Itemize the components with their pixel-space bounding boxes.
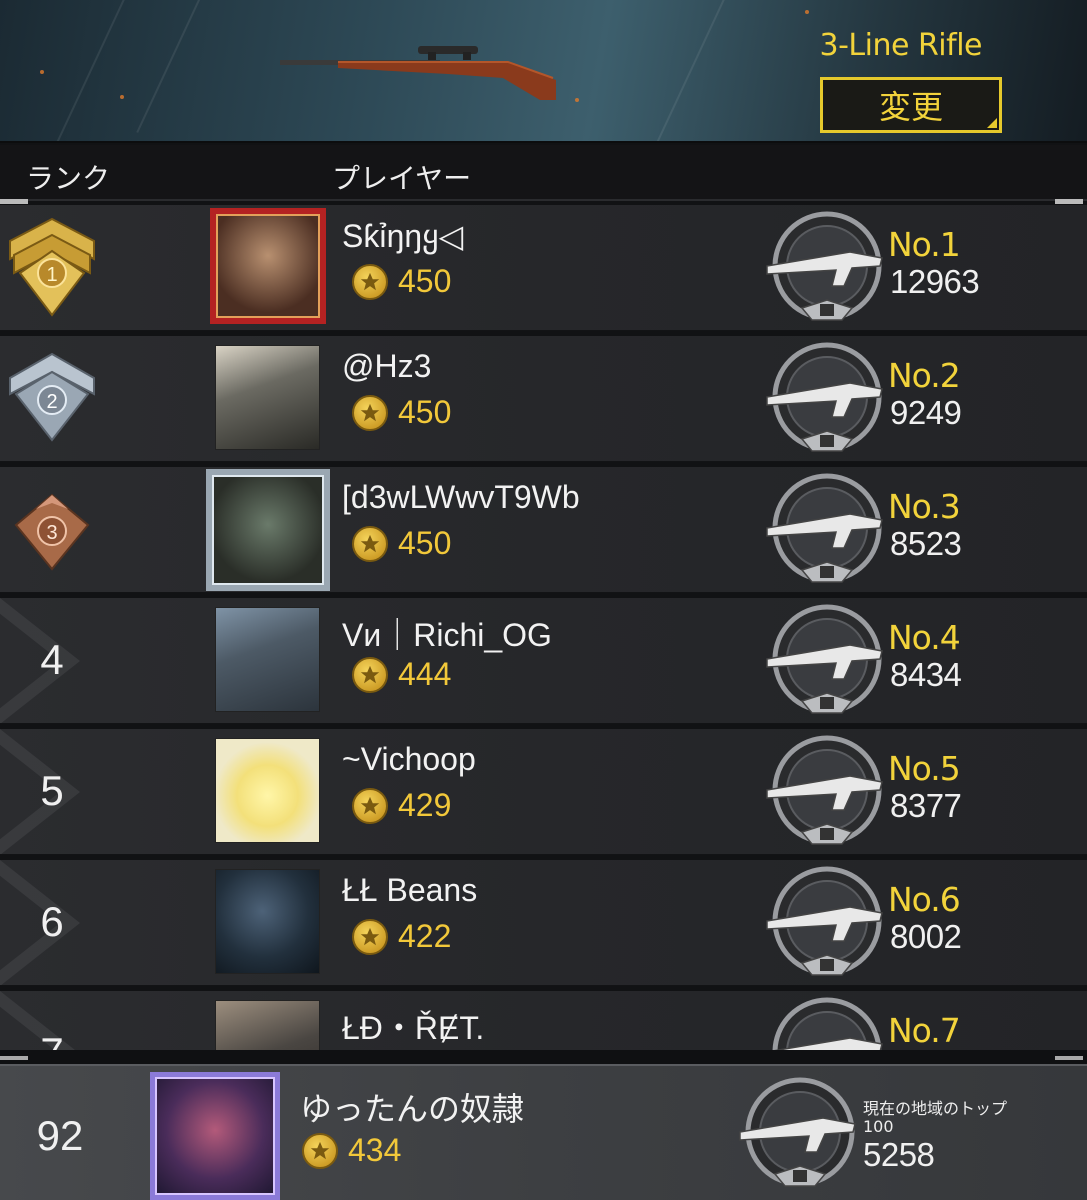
player-name[interactable]: Vи｜Richi_OG (342, 610, 552, 656)
leaderboard-row[interactable]: 2 @Hz3 450 No.2 9249 (0, 336, 1087, 462)
star-coin-icon (352, 656, 388, 693)
ember (40, 70, 44, 74)
star-coin-icon (302, 1132, 338, 1169)
weapon-rank-label: No.5 (888, 749, 961, 788)
score-value: 422 (398, 918, 452, 954)
weapon-mastery-badge-icon (766, 211, 883, 321)
weapon-mastery-badge-icon (766, 604, 883, 714)
leaderboard-row[interactable]: 1 Sƙỉŋŋყ◁ 450 No.1 12963 (0, 205, 1087, 331)
player-score: 450 (352, 525, 451, 562)
player-avatar[interactable] (215, 1000, 320, 1050)
svg-text:2: 2 (46, 391, 57, 413)
rank-column-header: ランク (26, 162, 111, 195)
score-value: 450 (398, 525, 452, 561)
score-value: 444 (398, 656, 452, 692)
divider-tick (0, 1056, 28, 1060)
star-coin-icon (352, 263, 388, 300)
bronze-rank-medal-icon: 3 (14, 493, 90, 571)
player-column-header: プレイヤー (332, 162, 472, 195)
weapon-mastery-badge-icon (766, 342, 883, 452)
score-value: 434 (348, 1132, 402, 1168)
player-avatar[interactable] (215, 738, 320, 843)
my-score: 434 (302, 1132, 401, 1169)
silver-rank-medal-icon: 2 (9, 352, 95, 442)
star-coin-icon (352, 525, 388, 562)
weapon-mastery-badge-icon (739, 1077, 856, 1187)
header-tick (0, 199, 28, 204)
rank-number: 6 (40, 898, 64, 945)
star-coin-icon (352, 394, 388, 431)
leaderboard-row[interactable]: 4 Vи｜Richi_OG 444 No.4 8434 (0, 598, 1087, 724)
leaderboard-header: ランク プレイヤー (0, 145, 1087, 204)
player-name[interactable]: ŁĐ・ŘɆT. (342, 1003, 484, 1049)
region-top-label: 現在の地域のトップ100 (863, 1099, 1008, 1136)
weapon-rank-label: No.3 (888, 487, 961, 526)
divider-tick (1055, 1056, 1083, 1060)
my-avatar[interactable] (150, 1072, 280, 1200)
rank-number: 7 (20, 1029, 84, 1050)
player-avatar[interactable] (210, 208, 326, 324)
weapon-kill-count: 8434 (890, 656, 962, 693)
weapon-rank-label: No.1 (888, 225, 961, 264)
weapon-kill-count: 8523 (890, 525, 962, 562)
weapon-name: 3-Line Rifle (819, 28, 982, 63)
player-name[interactable]: [d3wLWwvT9Wb (342, 479, 580, 516)
weapon-kill-count: 12963 (890, 263, 980, 300)
my-kill-count: 5258 (863, 1136, 935, 1173)
ember (120, 95, 124, 99)
leaderboard-list[interactable]: 1 Sƙỉŋŋყ◁ 450 No.1 12963 2 @Hz3 450 No.2… (0, 205, 1087, 1050)
player-avatar[interactable] (215, 869, 320, 974)
player-name[interactable]: Sƙỉŋŋყ◁ (342, 217, 463, 255)
weapon-mastery-badge-icon (766, 735, 883, 845)
ember (805, 10, 809, 14)
svg-text:3: 3 (46, 522, 57, 544)
rank-number: 5 (40, 767, 64, 814)
weapon-mastery-badge-icon (772, 997, 883, 1050)
score-value: 429 (398, 787, 452, 823)
player-avatar[interactable] (215, 345, 320, 450)
weapon-mastery-badge-icon (766, 473, 883, 583)
leaderboard-row[interactable]: 5 ~Vichoop 429 No.5 8377 (0, 729, 1087, 855)
rank-number: 4 (40, 636, 64, 683)
player-avatar[interactable] (206, 469, 330, 591)
weapon-kill-count: 9249 (890, 394, 962, 431)
weapon-rank-label: No.4 (888, 618, 961, 657)
star-coin-icon (352, 787, 388, 824)
gold-rank-medal-icon: 1 (9, 217, 95, 317)
banner-streak (136, 0, 206, 133)
my-rank-number: 92 (36, 1112, 84, 1159)
score-value: 450 (398, 263, 452, 299)
player-score: 444 (352, 656, 451, 693)
my-rank-row[interactable]: 92 ゆったんの奴隷 434 現在の地域のトップ100 5258 (0, 1064, 1087, 1200)
rifle-icon (280, 46, 556, 100)
ember (575, 98, 579, 102)
player-name[interactable]: @Hz3 (342, 348, 431, 385)
star-coin-icon (352, 918, 388, 955)
player-name[interactable]: ŁŁ Beans (342, 872, 477, 909)
player-score: 450 (352, 394, 451, 431)
player-score: 450 (352, 263, 451, 300)
score-value: 450 (398, 394, 452, 430)
weapon-rank-label: No.2 (888, 356, 961, 395)
player-score: 422 (352, 918, 451, 955)
my-player-name[interactable]: ゆったんの奴隷 (300, 1084, 524, 1130)
player-name[interactable]: ~Vichoop (342, 741, 476, 778)
weapon-kill-count: 8002 (890, 918, 962, 955)
banner-streak (56, 0, 126, 141)
change-weapon-button[interactable]: 変更 (820, 77, 1002, 133)
weapon-banner: 3-Line Rifle 変更 (0, 0, 1087, 143)
list-divider (0, 1050, 1087, 1064)
banner-streak (656, 0, 726, 141)
player-avatar[interactable] (215, 607, 320, 712)
weapon-mastery-badge-icon (766, 866, 883, 976)
weapon-rank-label: No.6 (888, 880, 961, 919)
leaderboard-row[interactable]: 6 ŁŁ Beans 422 No.6 8002 (0, 860, 1087, 986)
weapon-rank-label: No.7 (888, 1011, 961, 1050)
weapon-kill-count: 8377 (890, 787, 962, 824)
leaderboard-row[interactable]: 7 ŁĐ・ŘɆT. No.7 (0, 991, 1087, 1050)
svg-text:1: 1 (46, 264, 57, 286)
leaderboard-row[interactable]: 3 [d3wLWwvT9Wb 450 No.3 8523 (0, 467, 1087, 593)
header-tick (1055, 199, 1083, 204)
player-score: 429 (352, 787, 451, 824)
